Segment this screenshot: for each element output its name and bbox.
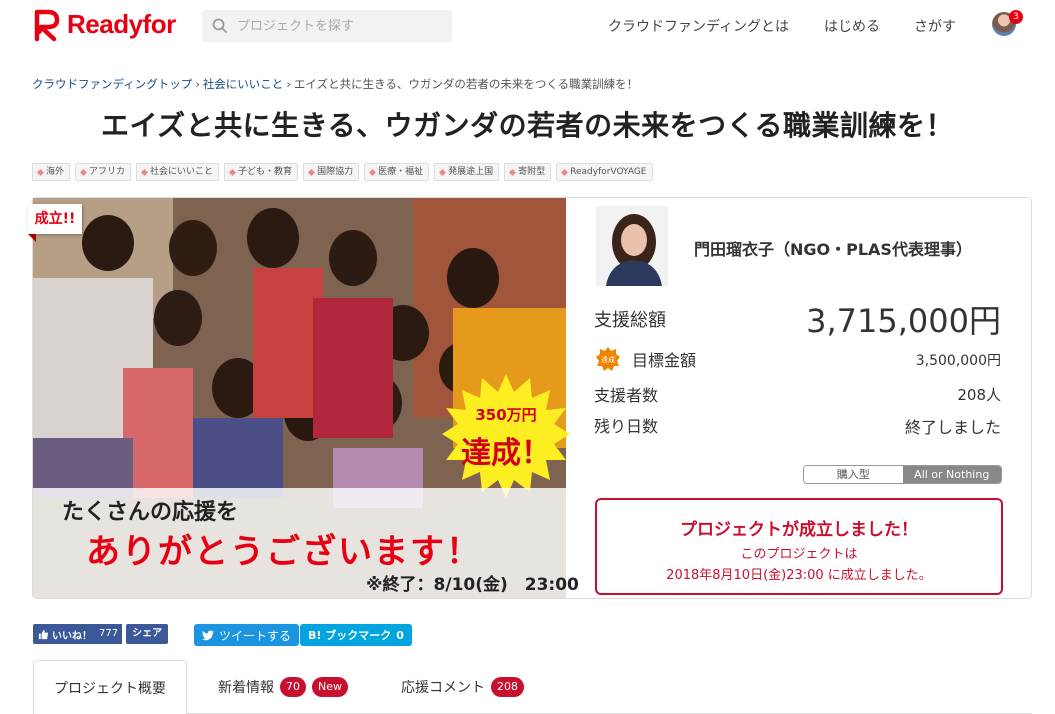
backers-label: 支援者数 <box>594 386 659 405</box>
total-label: 支援総額 <box>594 310 666 331</box>
readyfor-logo-icon <box>34 9 60 42</box>
facebook-like-label: いいね！ <box>52 630 92 642</box>
tag-icon <box>439 168 447 176</box>
backers-value: 208人 <box>957 386 1001 404</box>
owner-photo[interactable] <box>596 206 668 286</box>
goal-value: 3,500,000円 <box>915 353 1001 369</box>
success-line-3: 2018年8月10日(金)23:00 に成立しました。 <box>666 568 932 583</box>
burst-achieved: 達成！ <box>461 436 551 471</box>
tab-overview[interactable]: プロジェクト概要 <box>33 660 187 714</box>
tag-overseas[interactable]: 海外 <box>32 163 71 181</box>
tag-medical-welfare[interactable]: 医療・福祉 <box>364 163 430 181</box>
burst-amount: 350万円 <box>475 406 537 424</box>
facebook-like-button[interactable]: いいね！ <box>33 624 97 644</box>
hatena-count: 0 <box>396 628 404 642</box>
new-badge: New <box>312 677 348 697</box>
hatena-bookmark-button[interactable]: B! ブックマーク 0 <box>300 624 412 646</box>
tab-updates-label: 新着情報 <box>218 680 274 696</box>
thanks-line-1: たくさんの応援を <box>62 500 239 525</box>
tab-comments-label: 応援コメント <box>401 680 485 696</box>
tag-developing-countries[interactable]: 発展途上国 <box>434 163 500 181</box>
breadcrumb: クラウドファンディングトップ › 社会にいいこと › エイズと共に生きる、ウガンダの若者… <box>32 76 638 92</box>
tag-social-good[interactable]: 社会にいいこと <box>136 163 220 181</box>
tag-africa[interactable]: アフリカ <box>75 163 132 181</box>
tag-icon <box>79 168 88 176</box>
tag-donation[interactable]: 寄附型 <box>504 163 552 181</box>
success-line-2: このプロジェクトは <box>740 547 858 562</box>
site-header: Readyfor クラウドファンディングとは はじめる さがす 3 <box>0 0 1055 52</box>
notification-badge: 3 <box>1009 10 1023 24</box>
days-left-value: 終了しました <box>904 418 1001 437</box>
thanks-line-2: ありがとうございます！ <box>86 532 482 572</box>
funding-type-all-or-nothing: All or Nothing <box>902 466 1001 483</box>
tag-label: 医療・福祉 <box>378 167 424 177</box>
funding-type-purchase: 購入型 <box>804 466 903 483</box>
tweet-button[interactable]: ツイートする <box>194 624 300 646</box>
updates-count-badge: 70 <box>280 677 306 697</box>
total-value: 3,715,000円 <box>806 302 1001 340</box>
tag-children-education[interactable]: 子ども・教育 <box>224 163 299 181</box>
twitter-buttons: ツイートする <box>194 624 300 646</box>
tab-updates[interactable]: 新着情報 70 New <box>218 660 348 714</box>
goal-badge-text: 達成 <box>601 355 615 364</box>
tag-label: アフリカ <box>89 167 126 177</box>
facebook-share-button[interactable]: シェア <box>126 624 169 644</box>
twitter-bird-icon <box>202 630 214 640</box>
end-note: ※終了：8/10(金) 23:00 <box>366 575 579 595</box>
tag-icon <box>509 168 517 176</box>
tag-list: 海外 アフリカ 社会にいいこと 子ども・教育 国際協力 医療・福祉 発展途上国 … <box>32 163 653 181</box>
comments-count-badge: 208 <box>491 677 524 697</box>
tag-icon <box>36 168 45 176</box>
tag-label: 寄附型 <box>518 167 546 177</box>
thumbs-up-icon <box>38 629 49 639</box>
tag-icon <box>561 168 569 176</box>
days-left-label: 残り日数 <box>594 417 659 436</box>
facebook-like-count: 777 <box>95 624 123 644</box>
tag-label: ReadyforVOYAGE <box>570 167 647 177</box>
tag-label: 社会にいいこと <box>150 167 214 177</box>
tag-icon <box>369 168 377 176</box>
tweet-label: ツイートする <box>219 628 292 643</box>
nav-start[interactable]: はじめる <box>824 16 880 36</box>
breadcrumb-separator: › <box>195 77 200 91</box>
facebook-buttons: いいね！ 777 シェア <box>33 624 169 644</box>
brand-name: Readyfor <box>67 8 176 39</box>
tag-label: 発展途上国 <box>448 167 494 177</box>
tag-icon <box>140 168 149 176</box>
tag-label: 海外 <box>46 167 65 177</box>
funding-type-toggle: 購入型 All or Nothing <box>803 465 1002 484</box>
tag-icon <box>229 168 237 176</box>
hatena-label: B! ブックマーク <box>308 629 392 642</box>
search-input[interactable] <box>237 18 437 34</box>
breadcrumb-category[interactable]: 社会にいいこと <box>203 77 284 91</box>
breadcrumb-current: エイズと共に生きる、ウガンダの若者の未来をつくる職業訓練を！ <box>293 77 639 91</box>
nav-about[interactable]: クラウドファンディングとは <box>608 16 789 36</box>
tag-international[interactable]: 国際協力 <box>303 163 360 181</box>
nav-explore[interactable]: さがす <box>914 16 956 36</box>
breadcrumb-separator: › <box>286 77 291 91</box>
owner-portrait <box>596 206 668 286</box>
search-box[interactable] <box>202 10 452 42</box>
owner-name[interactable]: 門田瑠衣子（NGO・PLAS代表理事） <box>694 236 972 260</box>
goal-label: 目標金額 <box>632 351 697 370</box>
achieved-badge-icon: 達成 <box>596 347 620 371</box>
tag-icon <box>308 168 316 176</box>
breadcrumb-home[interactable]: クラウドファンディングトップ <box>32 77 192 91</box>
success-notice: プロジェクトが成立しました！ このプロジェクトは 2018年8月10日(金)23… <box>595 498 1003 595</box>
tab-overview-label: プロジェクト概要 <box>54 680 166 697</box>
tag-label: 子ども・教育 <box>238 167 293 177</box>
tag-voyage[interactable]: ReadyforVOYAGE <box>556 163 653 181</box>
tag-label: 国際協力 <box>317 167 354 177</box>
page-title: エイズと共に生きる、ウガンダの若者の未来をつくる職業訓練を！ <box>100 109 955 142</box>
success-title: プロジェクトが成立しました！ <box>680 520 918 540</box>
readyfor-logo[interactable]: Readyfor <box>30 6 176 42</box>
hatena-buttons: B! ブックマーク 0 <box>300 624 412 646</box>
tab-comments[interactable]: 応援コメント 208 <box>401 660 524 714</box>
success-ribbon: 成立!! <box>28 204 82 242</box>
search-icon <box>212 18 228 34</box>
